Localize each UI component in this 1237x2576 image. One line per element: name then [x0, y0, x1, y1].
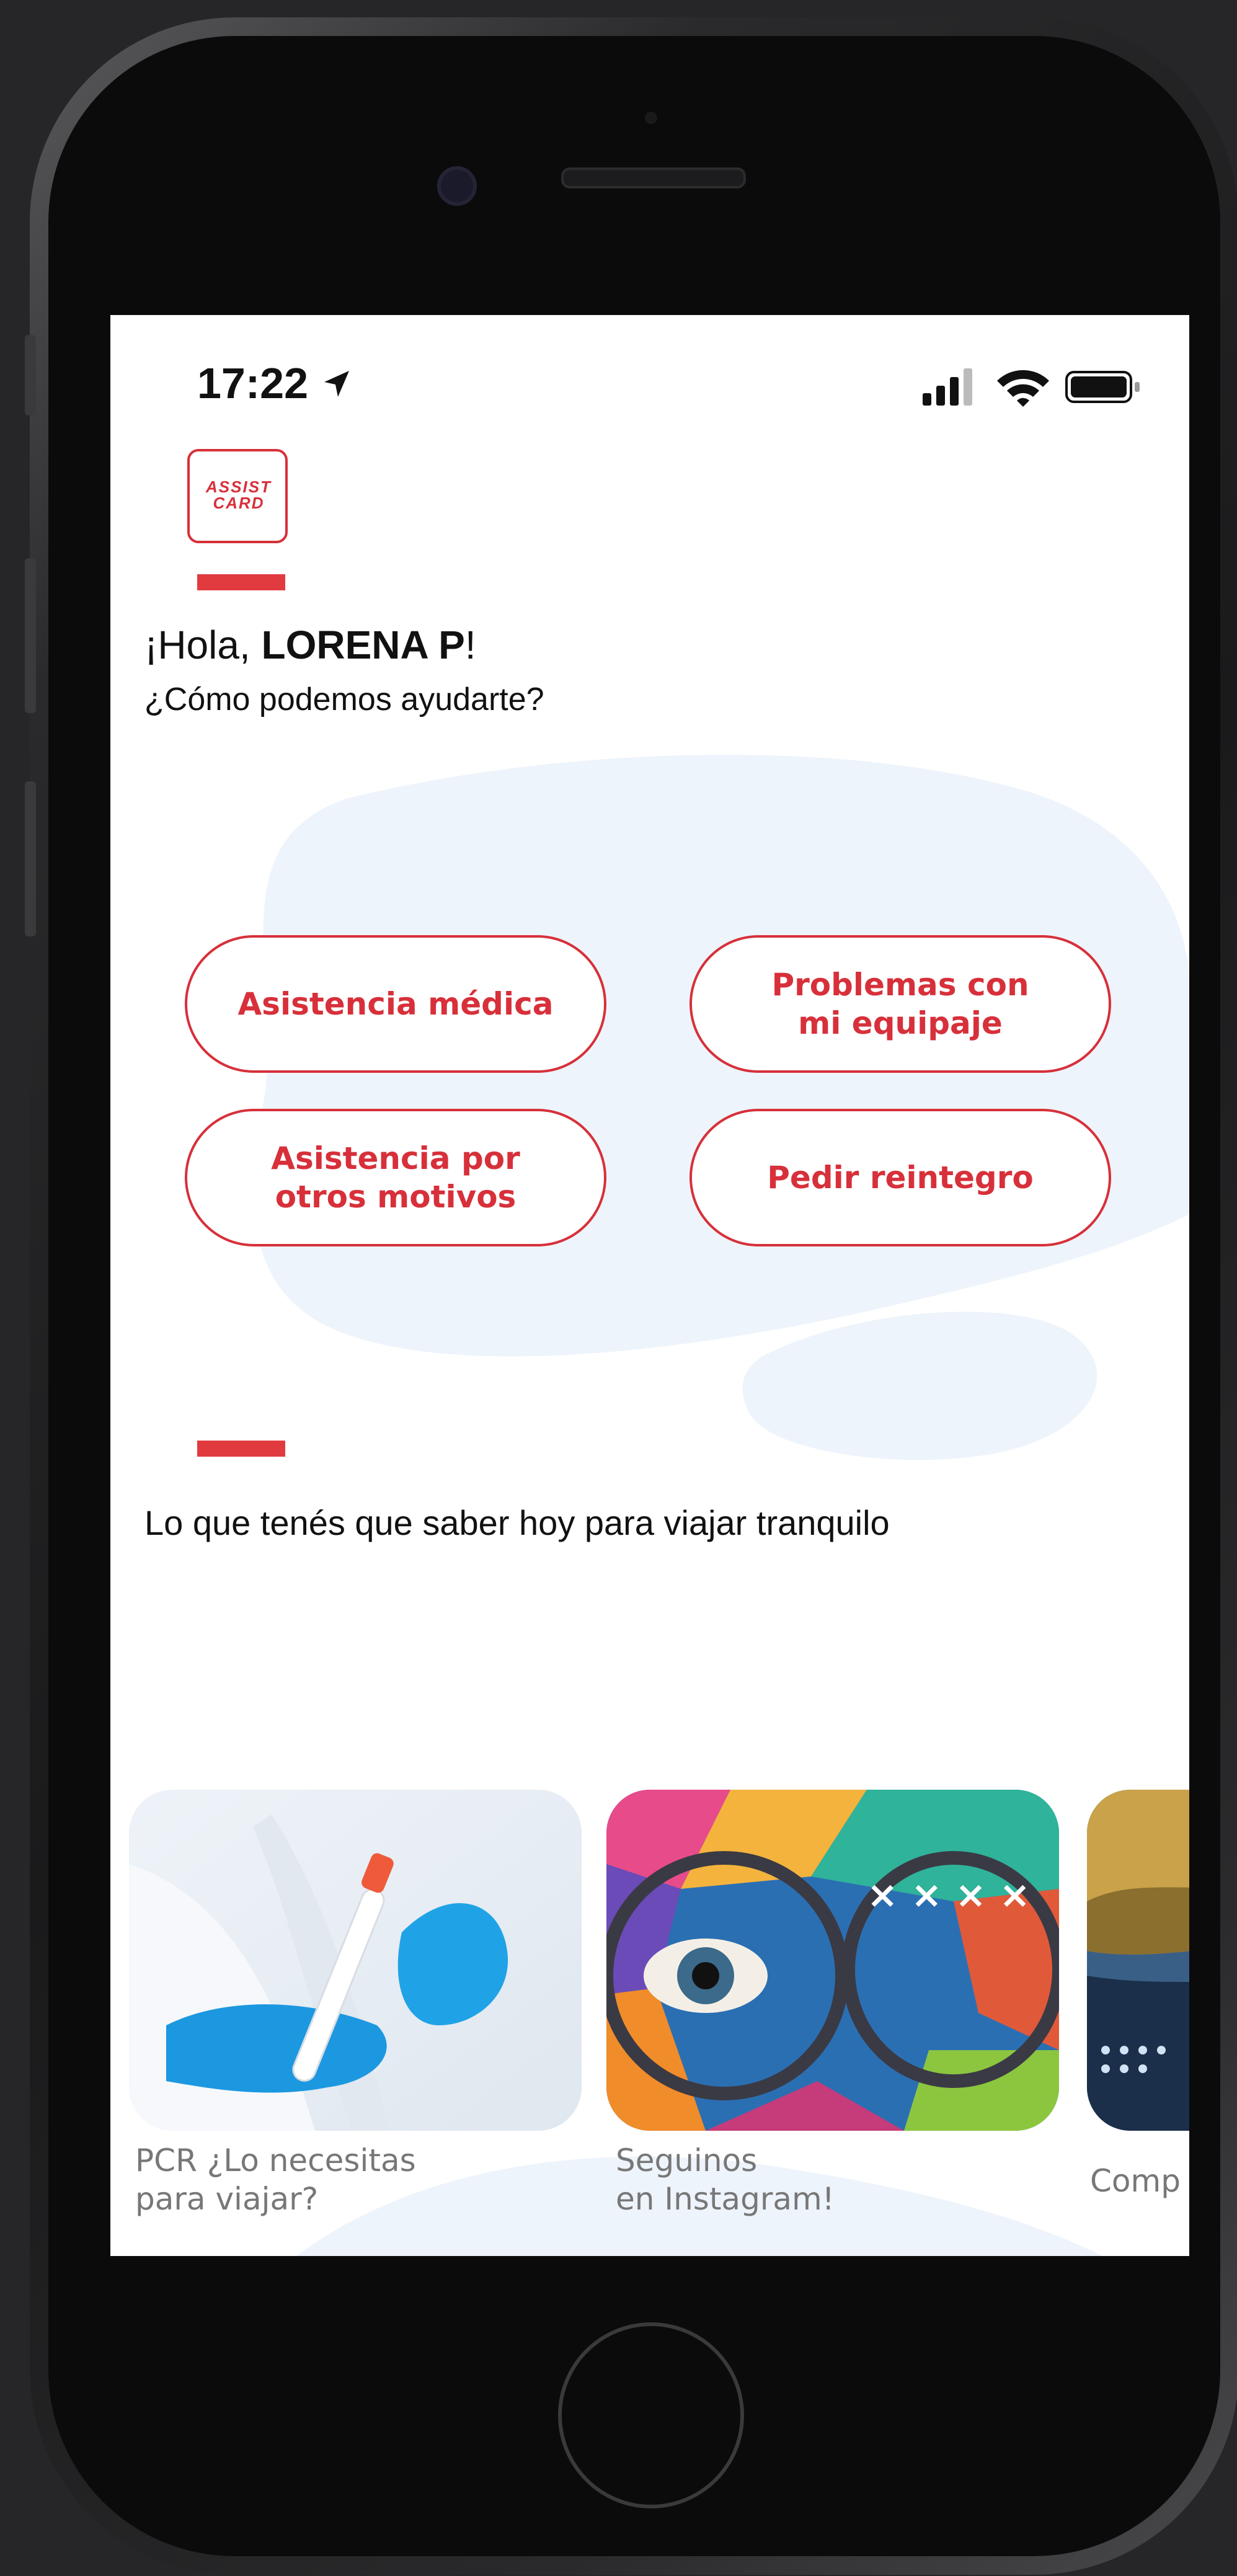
news-card-instagram[interactable]: × × × ×	[606, 1790, 1059, 2131]
accent-bar-top	[197, 574, 285, 590]
landscape-image	[1087, 1790, 1189, 2131]
location-arrow-icon	[324, 371, 349, 397]
luggage-problems-button[interactable]: Problemas con mi equipaje	[689, 935, 1111, 1073]
news-card-pcr[interactable]	[129, 1790, 582, 2131]
pcr-image	[129, 1790, 582, 2131]
signal-icon	[923, 368, 972, 406]
volume-down-button	[25, 781, 36, 936]
news-card-third[interactable]	[1087, 1790, 1189, 2131]
mute-switch	[25, 335, 36, 415]
assist-card-logo: ASSIST CARD	[187, 449, 288, 543]
news-card-pcr-caption: PCR ¿Lo necesitas para viajar?	[135, 2143, 416, 2217]
status-time: 17:22	[197, 358, 353, 408]
battery-icon	[1065, 371, 1140, 403]
volume-up-button	[25, 558, 36, 713]
accent-bar-section	[197, 1441, 285, 1457]
help-prompt: ¿Cómo podemos ayudarte?	[144, 682, 544, 717]
earpiece-speaker	[561, 167, 746, 189]
request-refund-button[interactable]: Pedir reintegro	[689, 1109, 1111, 1246]
greeting: ¡Hola, LORENA P!	[144, 623, 476, 667]
logo-text: ASSIST CARD	[206, 477, 272, 512]
svg-text:× × × ×: × × × ×	[867, 1873, 1031, 1917]
home-button[interactable]	[558, 2322, 744, 2508]
instagram-image: × × × ×	[606, 1790, 1059, 2131]
news-card-third-caption: Comp	[1090, 2163, 1181, 2199]
status-icons	[923, 368, 1140, 407]
news-section-title: Lo que tenés que saber hoy para viajar t…	[144, 1503, 890, 1542]
user-name: LORENA P	[261, 623, 465, 667]
other-assistance-button[interactable]: Asistencia por otros motivos	[185, 1109, 606, 1246]
medical-assistance-button[interactable]: Asistencia médica	[185, 935, 606, 1073]
front-camera	[437, 166, 477, 206]
proximity-sensor	[645, 112, 657, 124]
wifi-icon	[997, 370, 1049, 407]
news-card-instagram-caption: Seguinos en Instagram!	[616, 2143, 835, 2217]
app-screen: 17:22 ASSIST CARD ¡Hola, LORENA P! ¿Cómo…	[110, 315, 1189, 2256]
